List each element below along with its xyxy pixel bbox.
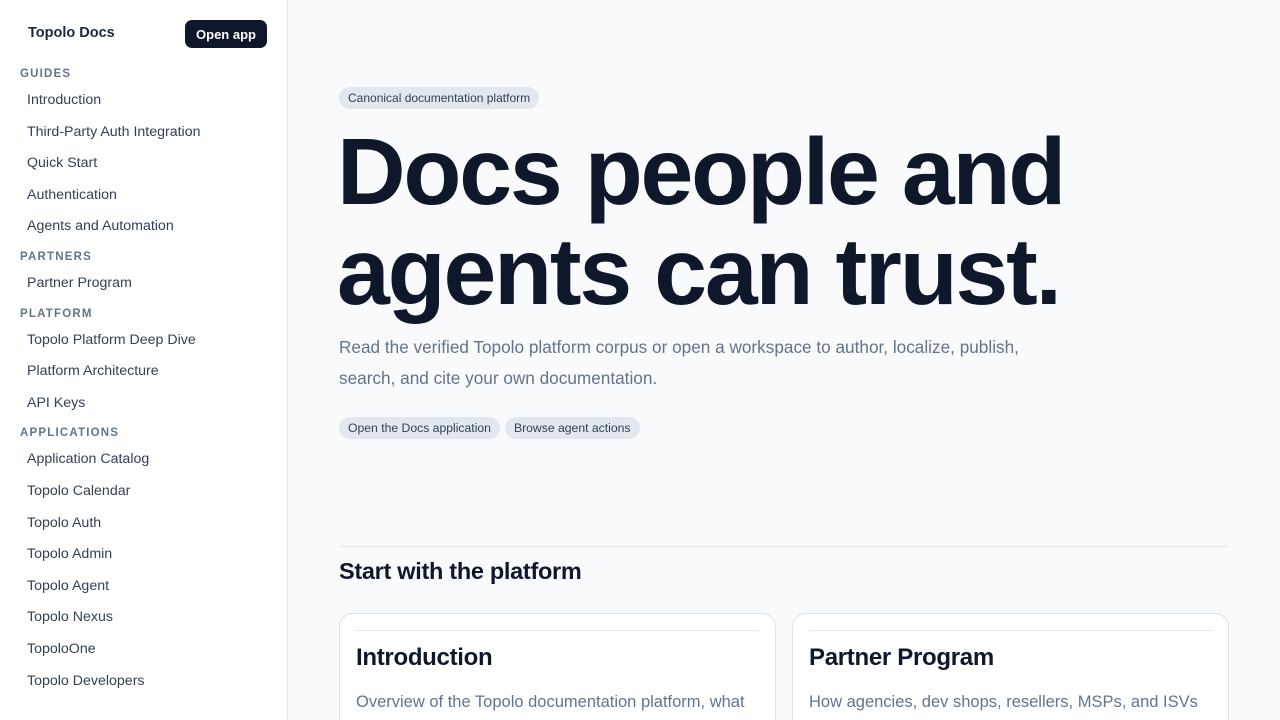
section-divider	[339, 546, 1229, 547]
sidebar-item-topolo-platform-deep-dive[interactable]: Topolo Platform Deep Dive	[27, 325, 287, 357]
card-title: Introduction	[356, 644, 493, 671]
hero-description: Read the verified Topolo platform corpus…	[339, 337, 1019, 388]
nav-section-title: PARTNERS	[20, 250, 93, 263]
brand-title[interactable]: Topolo Docs	[28, 25, 115, 41]
sidebar-item-topolo-auth[interactable]: Topolo Auth	[27, 508, 287, 540]
nav-list: Application Catalog Topolo Calendar Topolo…	[0, 444, 287, 697]
card-description: How agencies, dev shops, resellers, MSPs…	[809, 693, 1198, 711]
sidebar-item-partner-program[interactable]: Partner Program	[27, 268, 287, 300]
nav-section-title: PLATFORM	[20, 307, 93, 320]
sidebar-item-agents-and-automation[interactable]: Agents and Automation	[27, 211, 287, 243]
card-description: Overview of the Topolo documentation pla…	[356, 693, 745, 711]
sidebar-item-application-catalog[interactable]: Application Catalog	[27, 444, 287, 476]
sidebar-item-authentication[interactable]: Authentication	[27, 180, 287, 212]
sidebar-item-third-party-auth-integration[interactable]: Third-Party Auth Integration	[27, 117, 287, 149]
browse-agent-actions-link[interactable]: Browse agent actions	[504, 417, 640, 439]
nav-list: Topolo Platform Deep Dive Platform Archit…	[0, 325, 287, 420]
open-app-button[interactable]: Open app	[185, 20, 267, 48]
nav-group: APPLICATIONS Application Catalog Topolo Ca…	[0, 425, 287, 697]
sidebar-item-platform-architecture[interactable]: Platform Architecture	[27, 356, 287, 388]
card-rule	[356, 630, 759, 631]
hero-actions: Open the Docs application Browse agent a…	[339, 417, 640, 439]
hero-title-line-2: agents can trust.	[337, 219, 1062, 325]
card-introduction[interactable]: Introduction Overview of the Topolo docu…	[339, 613, 776, 720]
hero-title-line-1: Docs people and	[337, 119, 1066, 225]
nav-group: GUIDES Introduction Third-Party Auth Integ…	[0, 66, 287, 243]
eyebrow-badge: Canonical documentation platform	[339, 87, 540, 109]
sidebar: Topolo Docs Open app GUIDES Introduction T…	[0, 0, 288, 720]
sidebar-item-topoloone[interactable]: TopoloOne	[27, 634, 287, 666]
sidebar-item-introduction[interactable]: Introduction	[27, 85, 287, 117]
sidebar-nav: GUIDES Introduction Third-Party Auth Integ…	[0, 66, 287, 697]
nav-list: Partner Program	[0, 268, 287, 300]
nav-list: Introduction Third-Party Auth Integration…	[0, 85, 287, 243]
sidebar-item-topolo-admin[interactable]: Topolo Admin	[27, 539, 287, 571]
sidebar-item-quick-start[interactable]: Quick Start	[27, 148, 287, 180]
card-rule	[809, 630, 1212, 631]
sidebar-item-topolo-developers[interactable]: Topolo Developers	[27, 666, 287, 698]
nav-group: PLATFORM Topolo Platform Deep Dive Platfor…	[0, 306, 287, 420]
hero-title: Docs people and agents can trust.	[337, 119, 1066, 325]
sidebar-item-api-keys[interactable]: API Keys	[27, 388, 287, 420]
open-docs-app-link[interactable]: Open the Docs application	[339, 417, 500, 439]
card-partner-program[interactable]: Partner Program How agencies, dev shops,…	[792, 613, 1229, 720]
section-title: Start with the platform	[339, 558, 582, 584]
nav-group: PARTNERS Partner Program	[0, 249, 287, 300]
sidebar-item-topolo-agent[interactable]: Topolo Agent	[27, 571, 287, 603]
nav-section-title: GUIDES	[20, 68, 72, 80]
main-content: Canonical documentation platform Docs pe…	[288, 0, 1280, 720]
nav-section-title: APPLICATIONS	[20, 427, 120, 440]
card-title: Partner Program	[809, 644, 994, 671]
sidebar-item-topolo-nexus[interactable]: Topolo Nexus	[27, 602, 287, 634]
sidebar-item-topolo-calendar[interactable]: Topolo Calendar	[27, 476, 287, 508]
